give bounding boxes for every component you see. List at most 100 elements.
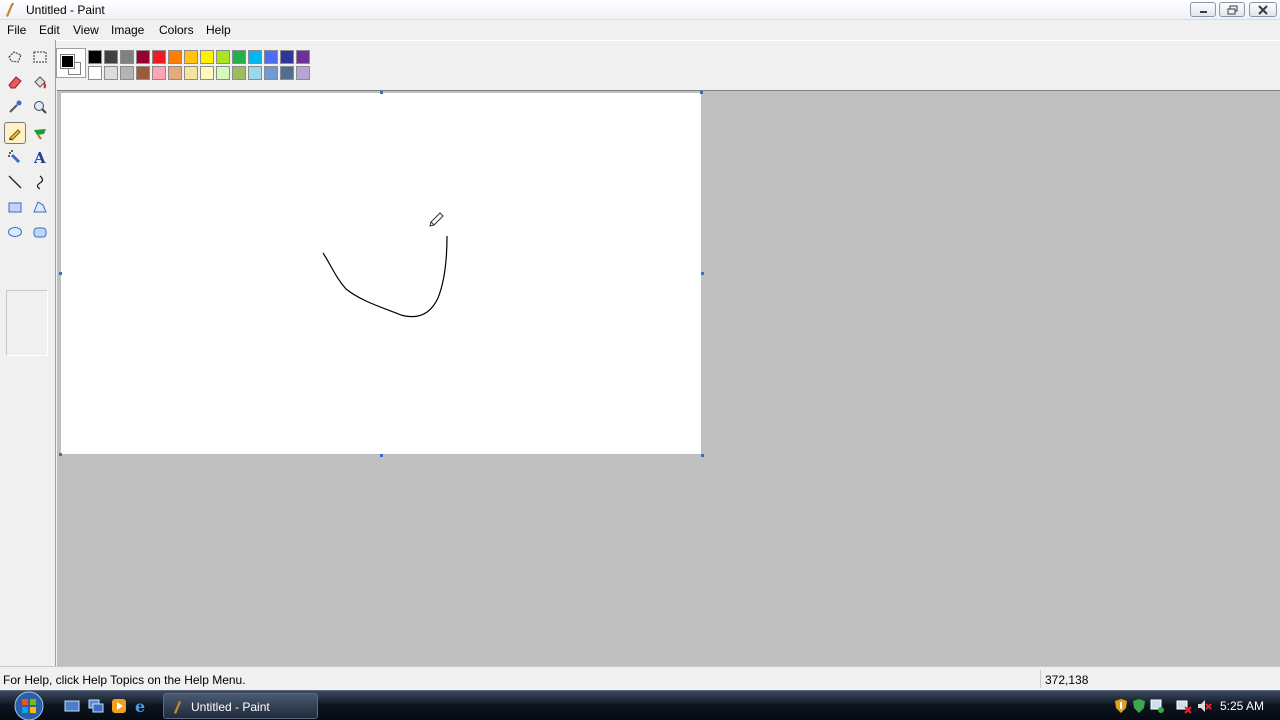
pick-color-tool[interactable] bbox=[4, 96, 26, 118]
color-swatch[interactable] bbox=[120, 50, 134, 64]
restore-button[interactable] bbox=[1219, 2, 1245, 17]
select-icon bbox=[33, 51, 47, 63]
drawing-canvas[interactable] bbox=[61, 93, 701, 454]
color-swatch[interactable] bbox=[152, 50, 166, 64]
color-swatch[interactable] bbox=[264, 66, 278, 80]
rectangle-tool[interactable] bbox=[4, 196, 26, 218]
brush-tool[interactable] bbox=[29, 122, 51, 144]
rectangle-icon bbox=[8, 202, 22, 213]
current-colors[interactable] bbox=[56, 48, 86, 78]
menu-bar: File Edit View Image Colors Help bbox=[0, 20, 1280, 40]
resize-handle-top-right[interactable] bbox=[700, 91, 703, 94]
rounded-rectangle-tool[interactable] bbox=[29, 221, 51, 243]
pencil-tool[interactable] bbox=[4, 122, 26, 144]
color-swatch[interactable] bbox=[168, 50, 182, 64]
resize-handle-left[interactable] bbox=[59, 272, 62, 275]
color-swatch[interactable] bbox=[280, 50, 294, 64]
status-divider bbox=[1040, 670, 1041, 688]
color-swatch[interactable] bbox=[168, 66, 182, 80]
eraser-icon bbox=[8, 76, 22, 89]
close-button[interactable] bbox=[1249, 2, 1277, 17]
color-swatch[interactable] bbox=[152, 66, 166, 80]
media-player-icon[interactable] bbox=[111, 698, 127, 714]
rounded-rectangle-icon bbox=[33, 227, 47, 238]
menu-edit[interactable]: Edit bbox=[39, 23, 60, 37]
resize-handle-bottom-left[interactable] bbox=[59, 453, 62, 456]
color-swatch[interactable] bbox=[264, 50, 278, 64]
color-swatch[interactable] bbox=[296, 50, 310, 64]
network-tray-icon[interactable] bbox=[1149, 698, 1165, 714]
color-swatch[interactable] bbox=[104, 50, 118, 64]
windows-orb-icon bbox=[14, 691, 44, 720]
color-swatch[interactable] bbox=[248, 50, 262, 64]
close-icon bbox=[1258, 5, 1268, 15]
color-swatch[interactable] bbox=[216, 66, 230, 80]
polygon-icon bbox=[33, 201, 47, 213]
status-help-text: For Help, click Help Topics on the Help … bbox=[3, 673, 246, 687]
resize-handle-bottom[interactable] bbox=[380, 454, 383, 457]
start-button[interactable] bbox=[8, 691, 50, 720]
drawing-layer bbox=[322, 212, 448, 318]
color-swatch[interactable] bbox=[88, 50, 102, 64]
volume-muted-icon[interactable] bbox=[1196, 698, 1212, 714]
text-icon: A bbox=[33, 149, 46, 165]
resize-handle-top[interactable] bbox=[380, 91, 383, 94]
minimize-icon bbox=[1200, 11, 1207, 13]
menu-view[interactable]: View bbox=[73, 23, 99, 37]
svg-text:A: A bbox=[33, 149, 46, 165]
free-form-select-tool[interactable] bbox=[4, 46, 26, 68]
color-swatch[interactable] bbox=[296, 66, 310, 80]
color-swatch[interactable] bbox=[136, 50, 150, 64]
magnifier-tool[interactable] bbox=[29, 96, 51, 118]
pencil-icon bbox=[9, 129, 21, 141]
clock[interactable]: 5:25 AM bbox=[1220, 699, 1264, 713]
minimize-button[interactable] bbox=[1190, 2, 1216, 17]
resize-handle-bottom-right[interactable] bbox=[701, 454, 704, 457]
taskbar-paint-label: Untitled - Paint bbox=[191, 700, 270, 714]
color-swatch[interactable] bbox=[184, 66, 198, 80]
eraser-tool[interactable] bbox=[4, 71, 26, 93]
color-swatch[interactable] bbox=[120, 66, 134, 80]
color-swatch[interactable] bbox=[104, 66, 118, 80]
color-swatch[interactable] bbox=[232, 66, 246, 80]
menu-colors[interactable]: Colors bbox=[159, 23, 194, 37]
paint-task-icon bbox=[174, 701, 181, 714]
curve-tool[interactable] bbox=[29, 171, 51, 193]
menu-image[interactable]: Image bbox=[111, 23, 144, 37]
menu-file[interactable]: File bbox=[7, 23, 26, 37]
color-swatch[interactable] bbox=[88, 66, 102, 80]
taskbar: e Untitled - Paint 5:25 AM bbox=[0, 690, 1280, 720]
update-icon[interactable] bbox=[1131, 698, 1147, 714]
color-swatch[interactable] bbox=[216, 50, 230, 64]
color-swatch[interactable] bbox=[184, 50, 198, 64]
ellipse-tool[interactable] bbox=[4, 221, 26, 243]
window-title: Untitled - Paint bbox=[26, 3, 105, 17]
switch-windows-icon[interactable] bbox=[88, 698, 104, 714]
color-swatch[interactable] bbox=[136, 66, 150, 80]
restore-icon bbox=[1227, 5, 1238, 15]
color-swatch[interactable] bbox=[248, 66, 262, 80]
fill-tool[interactable] bbox=[29, 71, 51, 93]
polygon-tool[interactable] bbox=[29, 196, 51, 218]
resize-handle-right[interactable] bbox=[701, 272, 704, 275]
text-tool[interactable]: A bbox=[29, 146, 51, 168]
color-swatch[interactable] bbox=[232, 50, 246, 64]
tool-options-box[interactable] bbox=[6, 290, 48, 356]
security-shield-icon[interactable] bbox=[1113, 698, 1129, 714]
taskbar-paint-button[interactable]: Untitled - Paint bbox=[163, 693, 318, 719]
tool-box: A bbox=[0, 40, 56, 666]
paint-app-icon bbox=[3, 2, 19, 18]
color-swatch[interactable] bbox=[280, 66, 294, 80]
color-swatch[interactable] bbox=[200, 66, 214, 80]
brush-icon bbox=[34, 129, 46, 140]
network-disconnected-icon[interactable] bbox=[1176, 698, 1192, 714]
airbrush-tool[interactable] bbox=[4, 146, 26, 168]
airbrush-icon bbox=[8, 150, 21, 164]
select-tool[interactable] bbox=[29, 46, 51, 68]
internet-explorer-icon[interactable]: e bbox=[134, 697, 150, 716]
color-swatch[interactable] bbox=[200, 50, 214, 64]
status-bar: For Help, click Help Topics on the Help … bbox=[0, 666, 1280, 690]
show-desktop-icon[interactable] bbox=[64, 698, 80, 714]
menu-help[interactable]: Help bbox=[206, 23, 231, 37]
line-tool[interactable] bbox=[4, 171, 26, 193]
